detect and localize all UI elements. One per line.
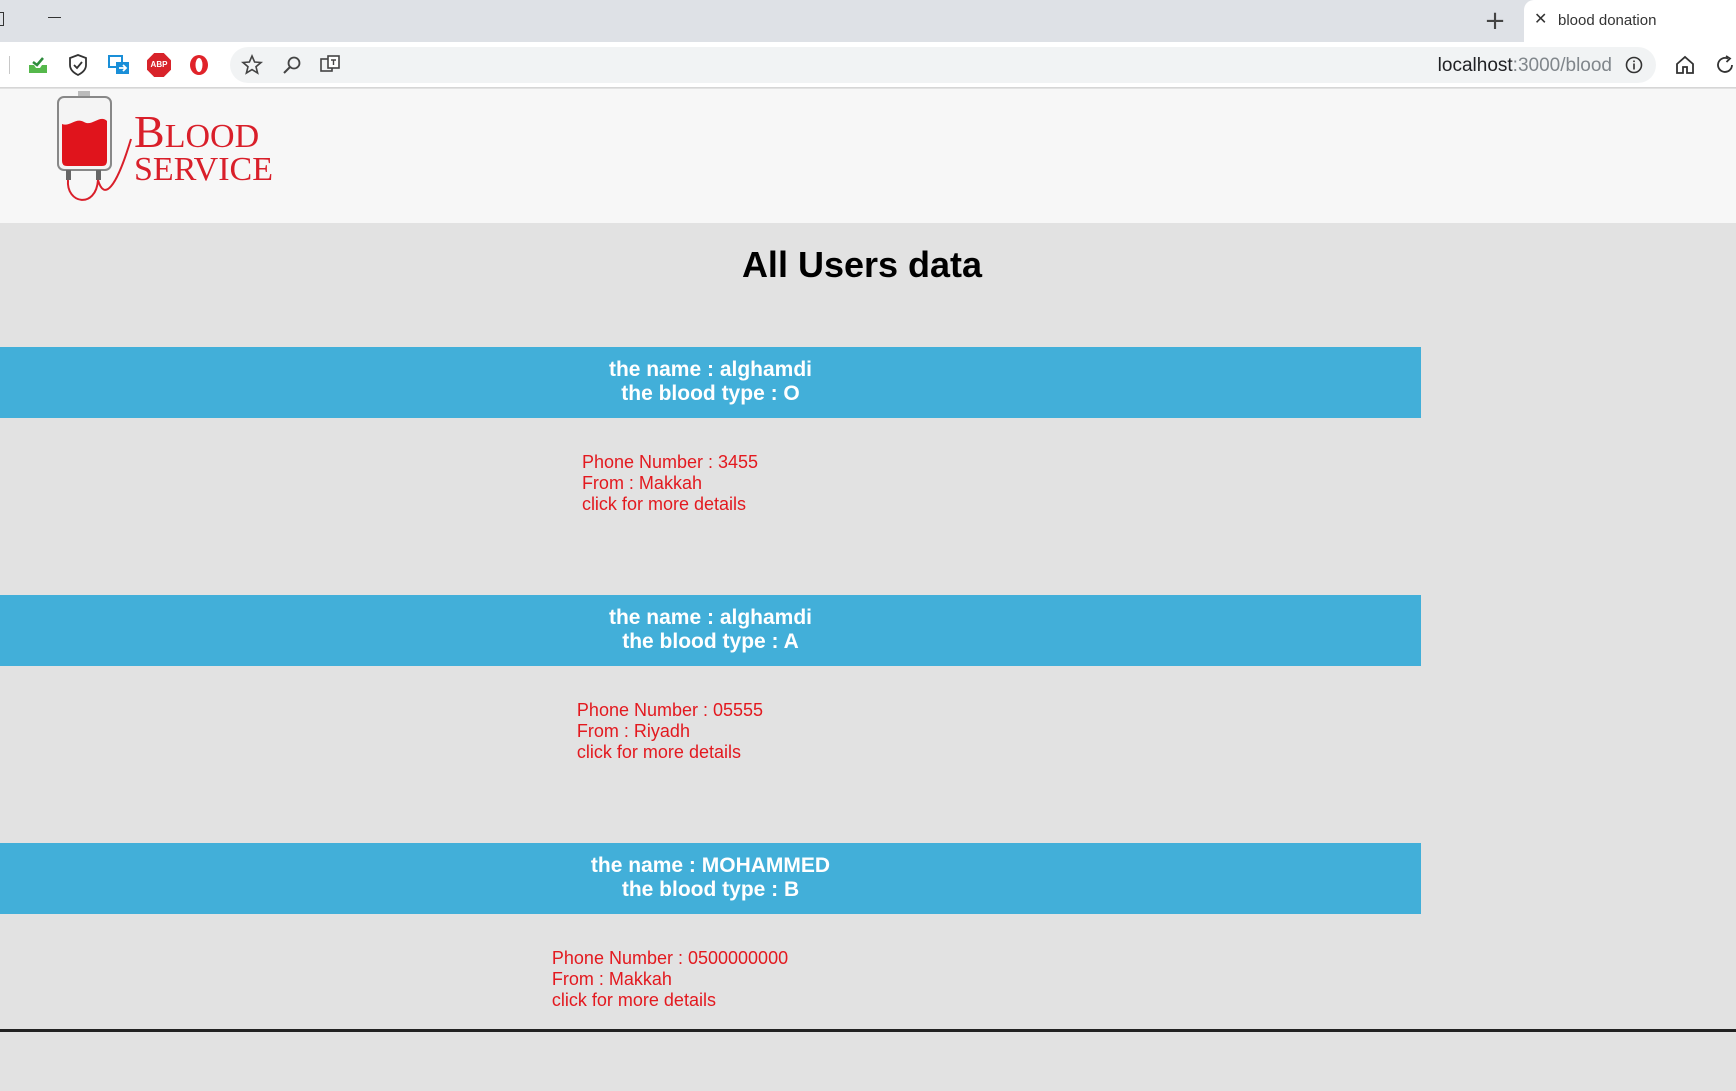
- address-bar[interactable]: localhost:3000/blood: [230, 47, 1656, 83]
- user-name: the name : MOHAMMED: [590, 854, 831, 877]
- user-card-header: the name : alghamdi the blood type : A: [0, 595, 1421, 666]
- inbox-check-icon[interactable]: [26, 53, 50, 77]
- star-icon[interactable]: [240, 53, 264, 77]
- screenshot-icon[interactable]: [107, 53, 131, 77]
- user-phone: Phone Number : 05555: [576, 700, 764, 720]
- window-restore-icon[interactable]: [0, 12, 4, 26]
- user-blood-type: the blood type : A: [622, 630, 799, 653]
- user-phone: Phone Number : 0500000000: [551, 948, 789, 968]
- user-card: the name : alghamdi the blood type : O P…: [0, 347, 1421, 572]
- user-card-body: Phone Number : 3455 From : Makkah click …: [0, 418, 1421, 572]
- url-text[interactable]: localhost:3000/blood: [1438, 55, 1612, 77]
- home-icon[interactable]: [1673, 53, 1697, 77]
- user-card-body: Phone Number : 0500000000 From : Makkah …: [0, 914, 1421, 1068]
- user-card: the name : alghamdi the blood type : A P…: [0, 595, 1421, 820]
- user-details: Phone Number : 3455 From : Makkah click …: [582, 452, 758, 515]
- translate-icon[interactable]: [318, 53, 342, 77]
- browser-tab[interactable]: ✕ blood donation: [1524, 0, 1736, 42]
- info-icon[interactable]: [1624, 55, 1644, 75]
- logo-text: BLOOD SERVICE: [134, 109, 273, 188]
- user-card-body: Phone Number : 05555 From : Riyadh click…: [0, 666, 1421, 820]
- reload-icon[interactable]: [1713, 53, 1736, 77]
- new-tab-button[interactable]: +: [1480, 6, 1510, 36]
- url-host: localhost: [1437, 55, 1513, 76]
- url-path: :3000/blood: [1512, 55, 1612, 76]
- users-list: the name : alghamdi the blood type : O P…: [0, 347, 1421, 1091]
- logo-letter: S: [134, 151, 153, 188]
- tab-title: blood donation: [1558, 12, 1657, 29]
- blood-bag-icon: [57, 91, 132, 201]
- search-icon[interactable]: [280, 53, 304, 77]
- close-icon[interactable]: ✕: [1534, 9, 1547, 28]
- logo-letter: B: [134, 106, 165, 157]
- adblock-icon[interactable]: ABP: [147, 53, 171, 77]
- user-card-header: the name : alghamdi the blood type : O: [0, 347, 1421, 418]
- shield-check-icon[interactable]: [66, 53, 90, 77]
- user-from: From : Makkah: [551, 969, 672, 989]
- user-details: Phone Number : 0500000000 From : Makkah …: [552, 948, 788, 1011]
- more-details-link[interactable]: click for more details: [552, 990, 788, 1011]
- opera-icon[interactable]: [187, 53, 211, 77]
- minimize-icon[interactable]: [48, 17, 61, 18]
- more-details-link[interactable]: click for more details: [577, 742, 763, 763]
- logo-word: ERVICE: [152, 151, 273, 188]
- browser-toolbar: ABP localhost:3000/blood: [0, 42, 1736, 88]
- user-name: the name : alghamdi: [608, 358, 813, 381]
- more-details-link[interactable]: click for more details: [582, 494, 758, 515]
- user-from: From : Makkah: [581, 473, 702, 493]
- user-phone: Phone Number : 3455: [581, 452, 759, 472]
- user-card-header: the name : MOHAMMED the blood type : B: [0, 843, 1421, 914]
- site-header: BLOOD SERVICE: [0, 89, 1736, 223]
- user-details: Phone Number : 05555 From : Riyadh click…: [577, 700, 763, 763]
- user-name: the name : alghamdi: [608, 606, 813, 629]
- user-card: the name : MOHAMMED the blood type : B P…: [0, 843, 1421, 1068]
- logo-word: LOOD: [164, 118, 260, 155]
- blood-service-logo[interactable]: BLOOD SERVICE: [56, 89, 276, 219]
- user-blood-type: the blood type : B: [621, 878, 800, 901]
- user-blood-type: the blood type : O: [621, 382, 800, 405]
- browser-tab-bar: + ✕ blood donation: [0, 0, 1736, 42]
- toolbar-divider: [9, 56, 10, 74]
- user-from: From : Riyadh: [576, 721, 690, 741]
- page-title: All Users data: [741, 244, 983, 285]
